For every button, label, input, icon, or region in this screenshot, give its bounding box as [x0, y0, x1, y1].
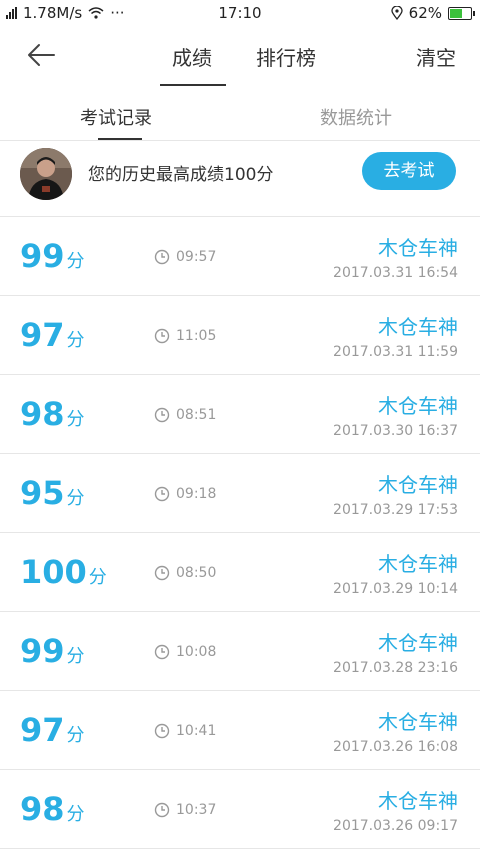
- score-number: 98: [20, 790, 65, 828]
- duration: 09:57: [154, 249, 216, 265]
- clock-icon: [154, 407, 170, 423]
- clock-icon: [154, 644, 170, 660]
- score-number: 99: [20, 237, 65, 275]
- score-unit: 分: [66, 804, 85, 825]
- score-value: 95 分: [20, 474, 85, 518]
- score-value: 100 分: [20, 553, 107, 597]
- score-value: 98 分: [20, 790, 85, 834]
- top-nav: 成绩 排行榜 清空: [0, 26, 480, 88]
- score-unit: 分: [66, 330, 85, 351]
- score-unit: 分: [88, 567, 107, 588]
- avatar[interactable]: [20, 148, 72, 200]
- clock-icon: [154, 249, 170, 265]
- duration: 10:41: [154, 723, 216, 739]
- clock-icon: [154, 486, 170, 502]
- battery-percent: 62%: [408, 4, 442, 22]
- score-number: 95: [20, 474, 65, 512]
- user-name: 木仓车神: [378, 236, 458, 260]
- status-bar: 1.78M/s ··· 17:10 62%: [0, 0, 480, 26]
- record-row[interactable]: 99 分 10:08 木仓车神 2017.03.28 23:16: [0, 612, 480, 691]
- subtab-statistics[interactable]: 数据统计: [320, 104, 392, 130]
- score-value: 97 分: [20, 711, 85, 755]
- best-score-text: 您的历史最高成绩100分: [88, 165, 274, 185]
- duration-text: 08:50: [176, 565, 217, 581]
- record-row[interactable]: 98 分 10:37 木仓车神 2017.03.26 09:17: [0, 770, 480, 849]
- score-number: 100: [20, 553, 87, 591]
- user-name: 木仓车神: [378, 315, 458, 339]
- duration-text: 08:51: [176, 407, 217, 423]
- duration-text: 11:05: [176, 328, 217, 344]
- record-date: 2017.03.31 11:59: [333, 344, 458, 360]
- score-unit: 分: [66, 488, 85, 509]
- duration-text: 10:41: [176, 723, 217, 739]
- record-date: 2017.03.29 10:14: [333, 581, 458, 597]
- take-exam-button[interactable]: 去考试: [362, 152, 456, 190]
- clock-icon: [154, 723, 170, 739]
- record-row[interactable]: 98 分 08:51 木仓车神 2017.03.30 16:37: [0, 375, 480, 454]
- tab-ranking[interactable]: 排行榜: [256, 42, 316, 71]
- active-tab-indicator: [160, 84, 226, 86]
- back-arrow-icon[interactable]: [26, 40, 56, 70]
- score-unit: 分: [66, 725, 85, 746]
- score-number: 97: [20, 711, 65, 749]
- user-name: 木仓车神: [378, 631, 458, 655]
- record-date: 2017.03.31 16:54: [333, 265, 458, 281]
- score-value: 99 分: [20, 237, 85, 281]
- score-value: 99 分: [20, 632, 85, 676]
- duration: 10:37: [154, 802, 216, 818]
- location-icon: [391, 6, 403, 20]
- record-row[interactable]: 100 分 08:50 木仓车神 2017.03.29 10:14: [0, 533, 480, 612]
- duration-text: 10:37: [176, 802, 217, 818]
- user-name: 木仓车神: [378, 552, 458, 576]
- record-row[interactable]: 97 分 10:41 木仓车神 2017.03.26 16:08: [0, 691, 480, 770]
- score-number: 99: [20, 632, 65, 670]
- duration: 11:05: [154, 328, 216, 344]
- score-unit: 分: [66, 646, 85, 667]
- duration: 08:51: [154, 407, 216, 423]
- clock-icon: [154, 328, 170, 344]
- best-score-banner: 您的历史最高成绩100分 去考试: [0, 140, 480, 217]
- score-value: 97 分: [20, 316, 85, 360]
- score-value: 98 分: [20, 395, 85, 439]
- clock-icon: [154, 802, 170, 818]
- tab-scores[interactable]: 成绩: [172, 42, 212, 71]
- record-row[interactable]: 95 分 09:18 木仓车神 2017.03.29 17:53: [0, 454, 480, 533]
- record-date: 2017.03.26 09:17: [333, 818, 458, 834]
- record-date: 2017.03.28 23:16: [333, 660, 458, 676]
- duration-text: 09:57: [176, 249, 217, 265]
- user-name: 木仓车神: [378, 473, 458, 497]
- duration-text: 09:18: [176, 486, 217, 502]
- record-date: 2017.03.29 17:53: [333, 502, 458, 518]
- user-name: 木仓车神: [378, 710, 458, 734]
- clear-button[interactable]: 清空: [416, 42, 456, 71]
- duration-text: 10:08: [176, 644, 217, 660]
- duration: 09:18: [154, 486, 216, 502]
- clock-icon: [154, 565, 170, 581]
- score-number: 97: [20, 316, 65, 354]
- duration: 10:08: [154, 644, 216, 660]
- score-unit: 分: [66, 409, 85, 430]
- user-name: 木仓车神: [378, 789, 458, 813]
- record-date: 2017.03.30 16:37: [333, 423, 458, 439]
- record-row[interactable]: 97 分 11:05 木仓车神 2017.03.31 11:59: [0, 296, 480, 375]
- user-name: 木仓车神: [378, 394, 458, 418]
- score-number: 98: [20, 395, 65, 433]
- battery-icon: [448, 6, 475, 20]
- record-row[interactable]: 99 分 09:57 木仓车神 2017.03.31 16:54: [0, 217, 480, 296]
- score-unit: 分: [66, 251, 85, 272]
- subtab-exam-records[interactable]: 考试记录: [80, 104, 152, 130]
- record-date: 2017.03.26 16:08: [333, 739, 458, 755]
- exam-record-list: 99 分 09:57 木仓车神 2017.03.31 16:54 97 分 11:05 木仓车神…: [0, 217, 480, 849]
- duration: 08:50: [154, 565, 216, 581]
- sub-tabs: 考试记录 数据统计: [0, 88, 480, 141]
